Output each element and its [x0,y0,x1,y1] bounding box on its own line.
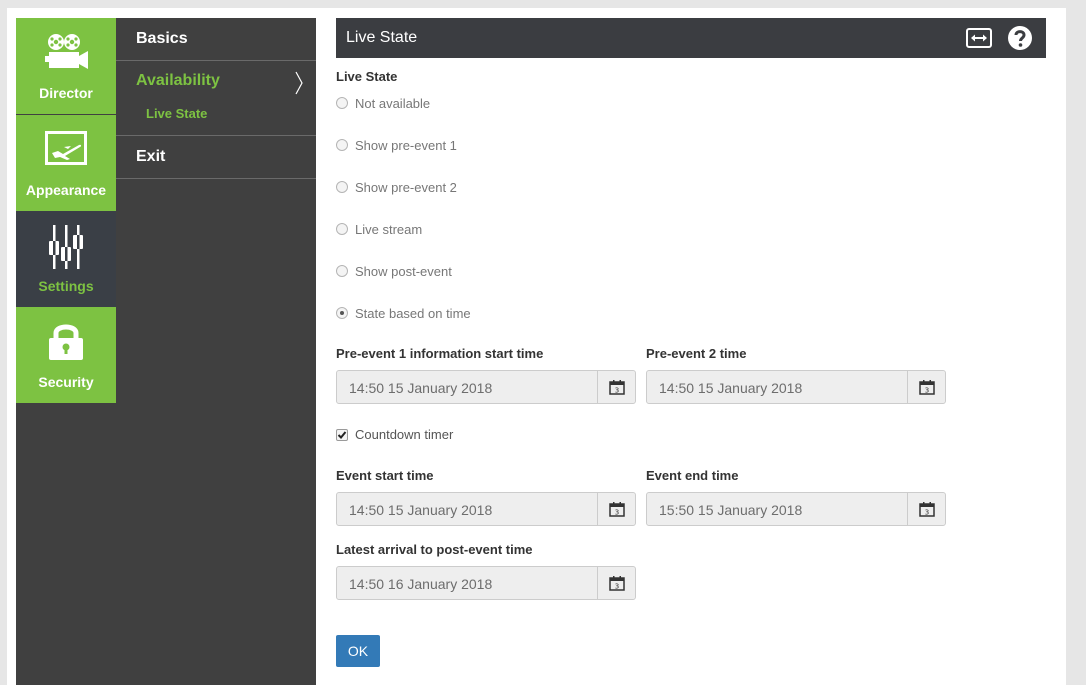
film-camera-icon [45,34,88,69]
nav-director-label: Director [39,85,93,101]
calendar-icon: 3 [608,576,625,591]
pre-event-2-label: Pre-event 2 time [646,346,747,361]
post-event-label: Latest arrival to post-event time [336,542,533,557]
radio-label: Not available [355,95,431,111]
radio-show-post-event[interactable]: Show post-event [336,263,452,279]
event-end-datetime-field[interactable]: 15:50 15 January 2018 3 [646,492,946,526]
submenu-divider [116,178,316,179]
radio-button[interactable] [336,139,348,151]
countdown-timer-checkbox[interactable] [336,428,348,441]
calendar-icon: 3 [608,502,625,517]
event-end-label: Event end time [646,468,739,483]
radio-button-selected[interactable] [336,307,348,319]
datetime-value: 15:50 15 January 2018 [659,502,803,518]
submenu-item-live-state[interactable]: Live State [116,101,316,127]
datetime-value: 14:50 16 January 2018 [349,576,493,592]
radio-label: Live stream [355,221,423,237]
countdown-timer-checkbox-row[interactable]: Countdown timer [336,427,453,442]
radio-button[interactable] [336,181,348,193]
calendar-button[interactable]: 3 [597,567,635,599]
radio-button[interactable] [336,97,348,109]
panel-title: Live State [346,29,418,46]
post-event-datetime-field[interactable]: 14:50 16 January 2018 3 [336,566,636,600]
datetime-value: 14:50 15 January 2018 [349,502,493,518]
chevron-right-icon [295,71,303,95]
calendar-button[interactable]: 3 [907,493,945,525]
nav-security[interactable]: Security [16,307,116,403]
nav-settings-label: Settings [38,278,94,294]
help-icon [1008,26,1032,50]
radio-label: Show post-event [355,263,452,279]
live-state-section-title: Live State [336,69,398,84]
event-start-label: Event start time [336,468,434,483]
radio-button[interactable] [336,265,348,277]
radio-button[interactable] [336,223,348,235]
ok-button[interactable]: OK [336,635,380,667]
nav-director[interactable]: Director [16,18,116,114]
calendar-icon: 3 [918,502,935,517]
calendar-day: 3 [924,509,928,517]
calendar-day: 3 [924,387,928,395]
nav-security-label: Security [38,374,94,390]
radio-not-available[interactable]: Not available [336,95,430,111]
submenu-item-availability-label: Availability [136,72,220,89]
pre-event-1-label: Pre-event 1 information start time [336,346,544,361]
radio-live-stream[interactable]: Live stream [336,221,422,237]
datetime-value: 14:50 15 January 2018 [659,380,803,396]
submenu-item-basics-label: Basics [136,30,188,47]
radio-show-pre-event-1[interactable]: Show pre-event 1 [336,137,457,153]
airplane-picture-icon [45,131,87,165]
countdown-timer-label: Countdown timer [355,427,454,442]
submenu-item-exit-label: Exit [136,148,166,165]
radio-show-pre-event-2[interactable]: Show pre-event 2 [336,179,457,195]
submenu-item-exit[interactable]: Exit [116,136,316,178]
expand-width-button[interactable] [966,25,992,51]
pre-event-2-datetime-field[interactable]: 14:50 15 January 2018 3 [646,370,946,404]
help-button[interactable] [1007,25,1033,51]
checkmark-icon [337,430,347,439]
panel-header: Live State [336,18,1046,58]
calendar-icon: 3 [918,380,935,395]
calendar-button[interactable]: 3 [907,371,945,403]
radio-state-based-on-time[interactable]: State based on time [336,305,471,321]
sliders-icon [49,225,83,269]
nav-settings[interactable]: Settings [16,211,116,307]
nav-appearance-label: Appearance [25,182,107,198]
calendar-day: 3 [614,509,618,517]
padlock-icon [49,324,83,360]
submenu-item-live-state-label: Live State [146,106,208,121]
radio-label: State based on time [355,305,471,321]
calendar-button[interactable]: 3 [597,493,635,525]
radio-label: Show pre-event 1 [355,137,457,153]
icon-nav: Director Appearance Settings Security [16,18,116,685]
settings-submenu: Basics Availability Live State Exit [116,18,316,685]
calendar-day: 3 [614,387,618,395]
expand-horizontal-icon [966,28,992,48]
calendar-button[interactable]: 3 [597,371,635,403]
nav-appearance[interactable]: Appearance [16,115,116,211]
submenu-item-basics[interactable]: Basics [116,18,316,60]
event-start-datetime-field[interactable]: 14:50 15 January 2018 3 [336,492,636,526]
pre-event-1-datetime-field[interactable]: 14:50 15 January 2018 3 [336,370,636,404]
radio-label: Show pre-event 2 [355,179,457,195]
datetime-value: 14:50 15 January 2018 [349,380,493,396]
calendar-icon: 3 [608,380,625,395]
calendar-day: 3 [614,583,618,591]
submenu-item-availability[interactable]: Availability [116,61,316,99]
